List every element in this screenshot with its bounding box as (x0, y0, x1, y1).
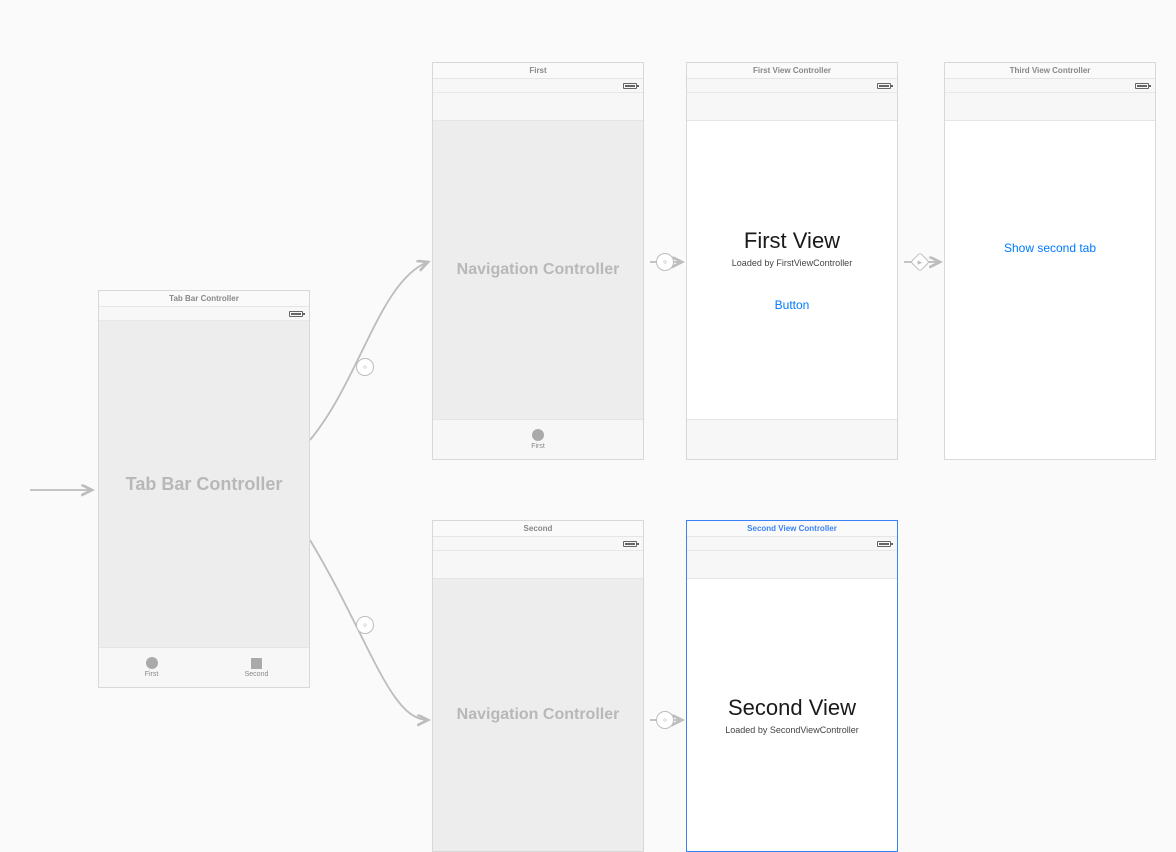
tab-label: First (145, 671, 159, 678)
battery-icon (289, 311, 303, 317)
segue-relationship-icon[interactable]: ⚬ (356, 358, 374, 376)
scene-header: First View Controller (687, 63, 897, 79)
scene-body: Second View Loaded by SecondViewControll… (687, 579, 897, 851)
battery-icon (877, 83, 891, 89)
controller-placeholder-title: Navigation Controller (457, 706, 620, 724)
scene-header: Second (433, 521, 643, 537)
view-title: Second View (728, 695, 856, 721)
scene-tabbar-controller[interactable]: Tab Bar Controller Tab Bar Controller Fi… (98, 290, 310, 688)
tab-item-first[interactable]: First (99, 648, 204, 687)
segue-relationship-icon[interactable]: ⚬ (356, 616, 374, 634)
scene-header: First (433, 63, 643, 79)
scene-third-vc[interactable]: Third View Controller Show second tab (944, 62, 1156, 460)
square-icon (251, 658, 262, 669)
status-bar (99, 307, 309, 321)
tab-item-second[interactable]: Second (204, 648, 309, 687)
battery-icon (623, 541, 637, 547)
view-subtitle: Loaded by FirstViewController (732, 258, 852, 268)
scene-nav-second[interactable]: Second Navigation Controller (432, 520, 644, 852)
tab-label: First (531, 443, 545, 450)
controller-placeholder-title: Navigation Controller (457, 261, 620, 279)
scene-body: Navigation Controller (433, 579, 643, 851)
show-second-tab-button[interactable]: Show second tab (1004, 241, 1096, 255)
view-subtitle: Loaded by SecondViewController (725, 725, 858, 735)
status-bar (433, 537, 643, 551)
controller-placeholder-title: Tab Bar Controller (126, 474, 283, 495)
navigation-bar (687, 93, 897, 121)
segue-relationship-icon[interactable]: ⚬ (656, 253, 674, 271)
tab-bar: First Second (99, 647, 309, 687)
scene-nav-first[interactable]: First Navigation Controller First (432, 62, 644, 460)
scene-body: Navigation Controller (433, 121, 643, 419)
status-bar (433, 79, 643, 93)
tab-item-first[interactable]: First (523, 420, 553, 459)
navigation-bar (433, 551, 643, 579)
tab-bar: First (433, 419, 643, 459)
segue-show-icon[interactable]: ▸ (910, 252, 930, 272)
battery-icon (623, 83, 637, 89)
navigation-bar (945, 93, 1155, 121)
status-bar (687, 79, 897, 93)
status-bar (687, 537, 897, 551)
battery-icon (1135, 83, 1149, 89)
scene-body: Show second tab (945, 121, 1155, 459)
battery-icon (877, 541, 891, 547)
scene-header: Third View Controller (945, 63, 1155, 79)
scene-body: Tab Bar Controller (99, 321, 309, 647)
navigation-bar (433, 93, 643, 121)
button[interactable]: Button (775, 298, 810, 312)
circle-icon (146, 657, 158, 669)
segue-relationship-icon[interactable]: ⚬ (656, 711, 674, 729)
tab-bar-placeholder (687, 419, 897, 459)
status-bar (945, 79, 1155, 93)
scene-header: Tab Bar Controller (99, 291, 309, 307)
tab-label: Second (245, 671, 269, 678)
scene-header: Second View Controller (687, 521, 897, 537)
circle-icon (532, 429, 544, 441)
navigation-bar (687, 551, 897, 579)
scene-first-vc[interactable]: First View Controller First View Loaded … (686, 62, 898, 460)
view-title: First View (744, 228, 840, 254)
scene-body: First View Loaded by FirstViewController… (687, 121, 897, 419)
scene-second-vc[interactable]: Second View Controller Second View Loade… (686, 520, 898, 852)
